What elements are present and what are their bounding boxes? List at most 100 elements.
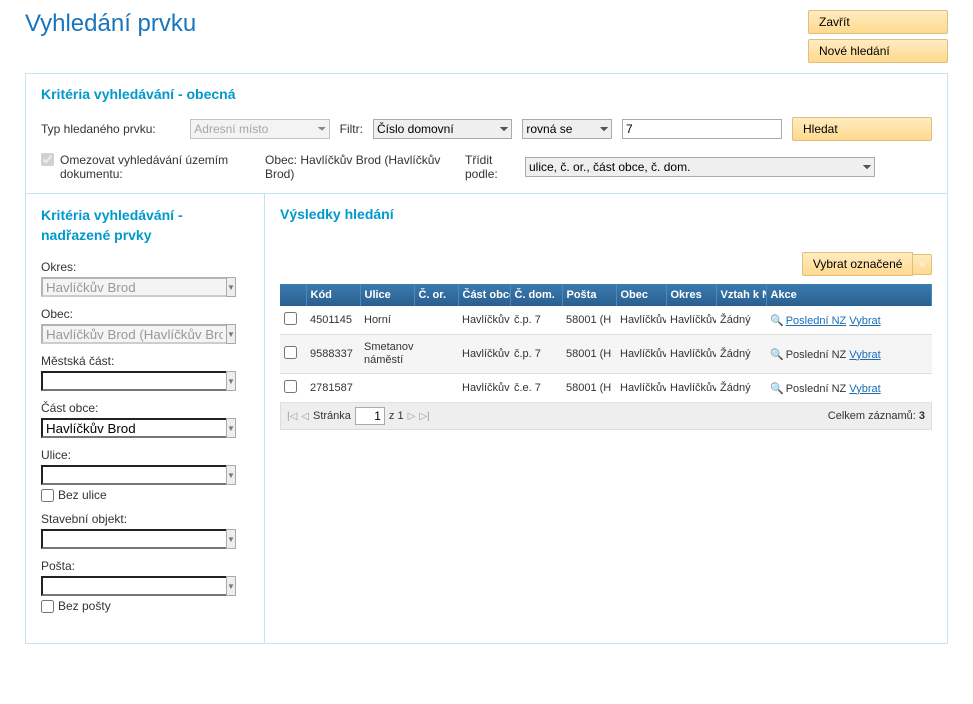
vybrat-link[interactable]: Vybrat: [849, 349, 880, 361]
ulice-dropdown-icon[interactable]: ▼: [226, 465, 236, 485]
ulice-input[interactable]: [41, 465, 226, 485]
obec-dropdown-icon[interactable]: ▼: [226, 324, 236, 344]
vybrat-link[interactable]: Vybrat: [849, 315, 880, 327]
page-label: Stránka: [313, 410, 351, 422]
posledni-nz-text: Poslední NZ: [786, 349, 847, 361]
table-cell: Havlíčkův: [458, 374, 510, 403]
table-cell: Havlíčkův: [616, 335, 666, 374]
table-row: 9588337Smetanovo náměstí Havlíčkův č.p. 75…: [280, 335, 932, 374]
table-cell: 🔍Poslední NZ Vybrat: [766, 306, 932, 335]
table-cell: č.p. 7: [510, 335, 562, 374]
type-label: Typ hledaného prvku:: [41, 122, 180, 136]
bez-posty-label: Bez pošty: [58, 599, 111, 613]
table-cell: Havlíčkův: [616, 374, 666, 403]
table-cell: č.p. 7: [510, 306, 562, 335]
table-cell: 9588337: [306, 335, 360, 374]
table-cell: [360, 374, 414, 403]
table-cell: Havlíčkův: [666, 374, 716, 403]
okres-dropdown-icon[interactable]: ▼: [226, 277, 236, 297]
total-records: 3: [919, 410, 925, 422]
table-cell: 58001 (H: [562, 335, 616, 374]
table-cell: 4501145: [306, 306, 360, 335]
column-header[interactable]: Akce: [766, 284, 932, 306]
table-cell: 58001 (H: [562, 374, 616, 403]
posta-dropdown-icon[interactable]: ▼: [226, 576, 236, 596]
last-page-icon[interactable]: ▷|: [419, 411, 429, 422]
posledni-nz-link[interactable]: Poslední NZ: [786, 315, 847, 327]
column-header[interactable]: Okres: [666, 284, 716, 306]
ulice-label: Ulice:: [41, 448, 249, 462]
castobce-dropdown-icon[interactable]: ▼: [226, 418, 236, 438]
table-cell: [280, 335, 306, 374]
filter-value-input[interactable]: [622, 119, 782, 139]
row-checkbox[interactable]: [284, 346, 297, 359]
first-page-icon[interactable]: |◁: [287, 411, 297, 422]
magnify-icon: 🔍: [770, 383, 784, 395]
bez-ulice-checkbox[interactable]: [41, 489, 54, 502]
okres-label: Okres:: [41, 260, 249, 274]
page-input[interactable]: [355, 407, 385, 425]
table-cell: Žádný: [716, 306, 766, 335]
table-cell: Smetanovo náměstí: [360, 335, 414, 374]
prev-page-icon[interactable]: ◁: [301, 411, 309, 422]
posledni-nz-text: Poslední NZ: [786, 383, 847, 395]
results-table: KódUliceČ. or.Část obceČ. dom.PoštaObecO…: [280, 284, 932, 403]
column-header[interactable]: Ulice: [360, 284, 414, 306]
bez-posty-checkbox[interactable]: [41, 600, 54, 613]
vybrat-link[interactable]: Vybrat: [849, 383, 880, 395]
new-search-button[interactable]: Nové hledání: [808, 39, 948, 63]
forward-icon[interactable]: »: [913, 254, 932, 275]
table-cell: [414, 335, 458, 374]
type-select[interactable]: Adresní místo: [190, 119, 329, 139]
column-header[interactable]: [280, 284, 306, 306]
total-pages: z 1: [389, 410, 404, 422]
top-buttons: Zavřít Nové hledání: [808, 10, 948, 63]
next-page-icon[interactable]: ▷: [408, 411, 416, 422]
filter-label: Filtr:: [340, 122, 363, 136]
stavobj-input[interactable]: [41, 529, 226, 549]
table-cell: Havlíčkův: [616, 306, 666, 335]
row-checkbox[interactable]: [284, 312, 297, 325]
close-button[interactable]: Zavřít: [808, 10, 948, 34]
table-cell: 58001 (H: [562, 306, 616, 335]
stavobj-dropdown-icon[interactable]: ▼: [226, 529, 236, 549]
obec-input: [41, 324, 226, 344]
column-header[interactable]: Č. or.: [414, 284, 458, 306]
obec-info: Obec: Havlíčkův Brod (Havlíčkův Brod): [265, 153, 450, 181]
results-panel: Výsledky hledání Vybrat označené » KódUl…: [265, 194, 948, 644]
limit-checkbox[interactable]: [41, 153, 54, 166]
select-marked-button[interactable]: Vybrat označené: [802, 252, 914, 276]
search-button[interactable]: Hledat: [792, 117, 932, 141]
mcast-input[interactable]: [41, 371, 226, 391]
posta-input[interactable]: [41, 576, 226, 596]
magnify-icon: 🔍: [770, 349, 784, 361]
table-cell: Horní: [360, 306, 414, 335]
filter-field-select[interactable]: Číslo domovní: [373, 119, 512, 139]
table-cell: Havlíčkův: [666, 306, 716, 335]
bez-ulice-label: Bez ulice: [58, 488, 107, 502]
table-cell: [280, 306, 306, 335]
column-header[interactable]: Obec: [616, 284, 666, 306]
magnify-icon: 🔍: [770, 315, 784, 327]
sort-select[interactable]: ulice, č. or., část obce, č. dom.: [525, 157, 875, 177]
column-header[interactable]: Kód: [306, 284, 360, 306]
obec-label: Obec:: [41, 307, 249, 321]
row-checkbox[interactable]: [284, 380, 297, 393]
castobce-input[interactable]: [41, 418, 226, 438]
table-cell: [414, 306, 458, 335]
column-header[interactable]: Část obce: [458, 284, 510, 306]
column-header[interactable]: Č. dom.: [510, 284, 562, 306]
column-header[interactable]: Vztah k NZ: [716, 284, 766, 306]
table-cell: [280, 374, 306, 403]
filter-op-select[interactable]: rovná se: [522, 119, 612, 139]
table-cell: [414, 374, 458, 403]
criteria-parent-title: Kritéria vyhledávání - nadřazené prvky: [41, 206, 249, 245]
mcast-dropdown-icon[interactable]: ▼: [226, 371, 236, 391]
criteria-general-title: Kritéria vyhledávání - obecná: [41, 86, 932, 102]
table-cell: Havlíčkův: [666, 335, 716, 374]
table-row: 4501145HorníHavlíčkůvč.p. 758001 (HHavlí…: [280, 306, 932, 335]
results-title: Výsledky hledání: [280, 206, 932, 222]
column-header[interactable]: Pošta: [562, 284, 616, 306]
stavobj-label: Stavební objekt:: [41, 512, 249, 526]
page-title: Vyhledání prvku: [25, 10, 196, 38]
